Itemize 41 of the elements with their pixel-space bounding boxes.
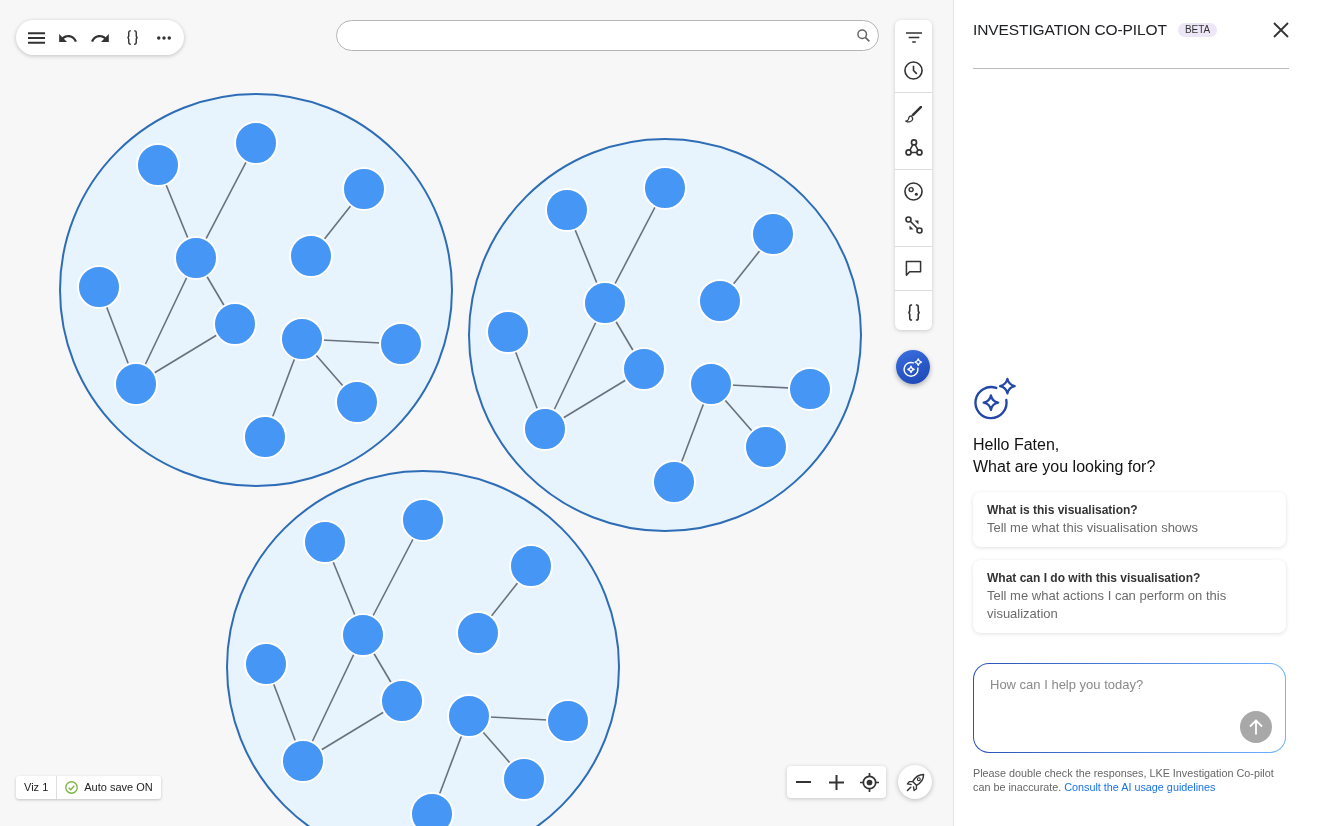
suggestion-title: What can I do with this visualisation?	[987, 570, 1202, 587]
suggestion-description: Tell me what actions I can perform on this visualization	[987, 587, 1228, 623]
rocket-button[interactable]	[898, 765, 932, 799]
chat-input[interactable]: How can I help you today?	[973, 663, 1286, 753]
undo-icon	[59, 33, 77, 42]
brush-icon	[905, 106, 922, 123]
greeting-text: What are you looking for?	[973, 457, 1157, 477]
linked-nodes-icon	[904, 215, 923, 234]
sparkle-icon	[903, 357, 923, 377]
suggestion-title: What is this visualisation?	[987, 502, 1139, 519]
minus-icon	[796, 781, 811, 783]
sparkle-icon	[973, 377, 1018, 420]
auto-save-status: Auto save ON	[84, 780, 153, 796]
more-icon	[157, 35, 171, 40]
circle-dots-icon	[904, 182, 923, 201]
search-icon	[857, 29, 870, 42]
visualization-name: Viz 1	[24, 780, 49, 796]
copilot-button[interactable]	[896, 350, 930, 384]
search-field[interactable]	[336, 20, 879, 51]
close-icon	[1273, 22, 1289, 38]
comment-icon	[905, 260, 922, 277]
panel-title: INVESTIGATION CO-PILOT	[973, 20, 1167, 41]
network-icon	[904, 139, 923, 156]
greeting-text: Hello Faten,	[973, 435, 1061, 455]
braces-icon	[125, 30, 139, 45]
close-button[interactable]	[1271, 20, 1291, 40]
arrow-up-icon	[1249, 719, 1263, 735]
braces-icon	[906, 304, 921, 321]
suggestion-card[interactable]: What is this visualisation? Tell me what this visualisation shows	[973, 492, 1286, 547]
clock-icon	[904, 61, 923, 80]
disclaimer-text: Please double check the responses, LKE Investigation Co-pilot can be inaccurate. Consult the AI usage guidelines	[973, 766, 1275, 794]
crosshair-icon	[860, 772, 879, 792]
suggestion-description: Tell me what this visualisation shows	[987, 519, 1199, 537]
guidelines-link[interactable]: Consult the AI usage guidelines	[1064, 781, 1216, 793]
filter-icon	[905, 32, 922, 43]
menu-icon	[27, 31, 45, 44]
plus-icon	[829, 774, 844, 790]
rocket-icon	[905, 772, 925, 792]
suggestion-card[interactable]: What can I do with this visualisation? Tell me what actions I can perform on this visualization	[973, 560, 1286, 633]
beta-badge: BETA	[1177, 23, 1218, 37]
redo-icon	[91, 33, 109, 42]
